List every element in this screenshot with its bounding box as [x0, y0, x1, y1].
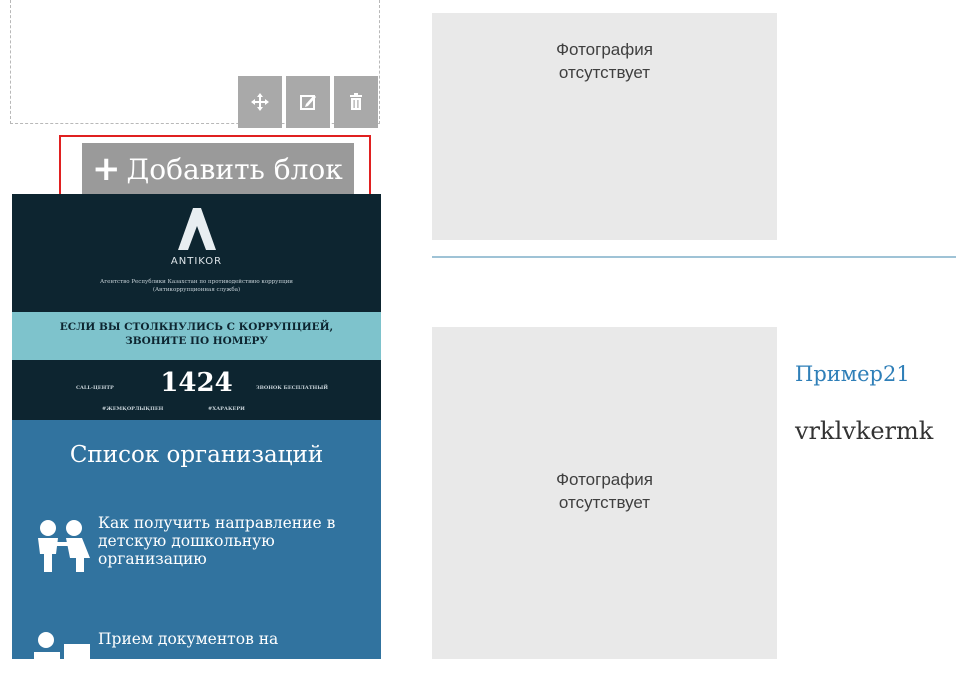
org-item-kindergarten[interactable]: Как получить направление в детскую дошко…: [30, 514, 358, 574]
banner-agency: Агентство Республики Казахстан по против…: [100, 279, 293, 293]
free-call-label: ЗВОНОК БЕСПЛАТНЫЙ: [256, 385, 329, 391]
hashtag-1: #ЖЕМҚОРЛЫҚПЕН: [102, 406, 164, 412]
list-divider: [432, 256, 956, 258]
item-description: vrklvkermk: [795, 417, 934, 445]
org-item-label: Как получить направление в детскую дошко…: [98, 514, 336, 568]
teacher-icon: [34, 632, 90, 670]
block-toolbar: [238, 76, 378, 128]
hashtag-2: #ХАРАКЕРИ: [208, 406, 245, 412]
add-block-button[interactable]: + Добавить блок: [82, 143, 354, 195]
organizations-title: Список организаций: [69, 442, 324, 468]
add-block-label: Добавить блок: [126, 152, 343, 186]
org-item-label: Прием документов на: [98, 630, 279, 648]
banner-brand: ANTIKOR: [170, 256, 223, 267]
delete-button[interactable]: [334, 76, 378, 128]
trash-icon: [350, 93, 362, 110]
edit-icon: [300, 95, 316, 110]
antikor-logo: [178, 208, 216, 250]
organizations-panel: Список организаций Как получить направле…: [12, 420, 381, 670]
org-item-documents[interactable]: Прием документов на: [30, 630, 358, 690]
item-title-link[interactable]: Пример21: [795, 362, 910, 386]
photo-placeholder: Фотография отсутствует: [432, 327, 777, 659]
photo-placeholder: Фотография отсутствует: [432, 13, 777, 240]
plus-icon: +: [92, 149, 121, 189]
move-icon: [251, 93, 269, 111]
anticorruption-banner[interactable]: ANTIKOR Агентство Республики Казахстан п…: [12, 194, 381, 420]
banner-stripe: ЕСЛИ ВЫ СТОЛКНУЛИСЬ С КОРРУПЦИЕЙ, ЗВОНИТ…: [12, 312, 381, 360]
move-button[interactable]: [238, 76, 282, 128]
children-icon: [38, 520, 90, 572]
edit-button[interactable]: [286, 76, 330, 128]
phone-number: 1424: [160, 368, 233, 398]
